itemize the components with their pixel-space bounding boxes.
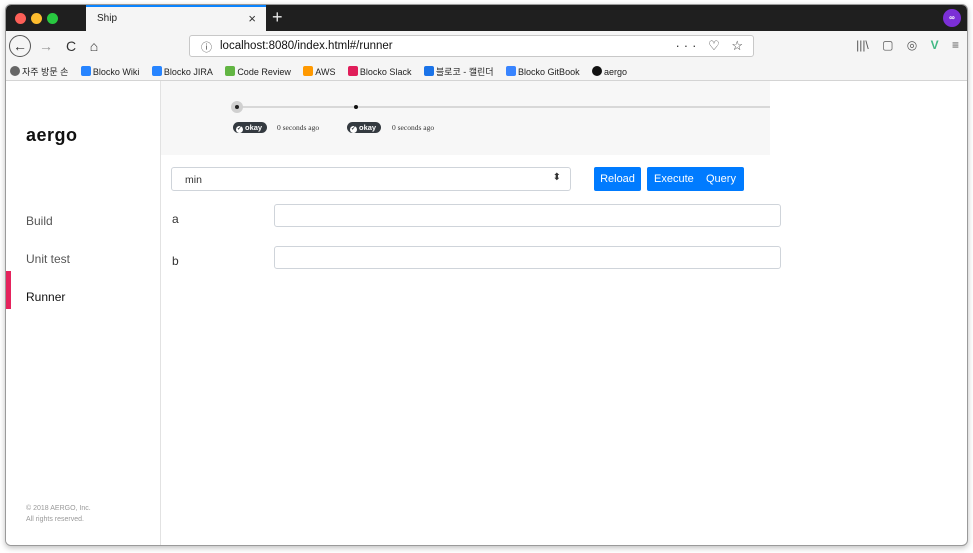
forward-arrow-icon[interactable]: →: [36, 36, 56, 56]
bookmarks-bar: 자주 방문 손 Blocko Wiki Blocko JIRA Code Rev…: [6, 61, 967, 81]
url-text[interactable]: localhost:8080/index.html#/runner: [220, 40, 393, 52]
main-content: ✓ okay 0 seconds ago ✓ okay 0 seconds ago …: [161, 81, 967, 545]
function-select-value: min: [185, 174, 202, 186]
toolbar-icons: |||\ ▢ ◎ V ≡: [846, 38, 959, 52]
event-time: 0 seconds ago: [277, 123, 320, 132]
timeline-dot: [235, 105, 239, 109]
execute-query-group: Execute Query: [647, 167, 744, 191]
bookmark-item[interactable]: 자주 방문 손: [10, 65, 68, 78]
bookmark-item[interactable]: Blocko GitBook: [506, 66, 580, 77]
event-time: 0 seconds ago: [392, 123, 435, 132]
vue-devtools-icon[interactable]: V: [931, 38, 939, 52]
bookmark-item[interactable]: Blocko Slack: [347, 66, 411, 77]
reload-icon[interactable]: C: [61, 36, 81, 56]
param-label-a: a: [172, 212, 179, 226]
function-select[interactable]: min ⬍: [171, 167, 571, 191]
reload-button[interactable]: Reload: [594, 167, 641, 191]
bookmark-item[interactable]: AWS: [303, 66, 335, 77]
bookmark-item[interactable]: Blocko Wiki: [80, 66, 139, 77]
timeline-node[interactable]: [231, 101, 243, 113]
menu-icon[interactable]: ≡: [952, 38, 959, 52]
sidebar-item-build[interactable]: Build: [26, 214, 53, 228]
bookmark-item[interactable]: 블로코 - 캘린더: [423, 65, 494, 78]
code-review-icon: [225, 66, 236, 76]
site-info-icon[interactable]: ⓘ: [201, 39, 212, 55]
slack-icon: [347, 66, 358, 76]
minimize-window-button[interactable]: [31, 13, 42, 24]
calendar-icon: [423, 66, 434, 76]
address-bar[interactable]: ⓘ localhost:8080/index.html#/runner ··· …: [189, 35, 754, 57]
bookmark-item[interactable]: Blocko JIRA: [151, 66, 213, 77]
maximize-window-button[interactable]: [47, 13, 58, 24]
gear-icon: [10, 66, 20, 76]
gitbook-icon: [506, 66, 517, 76]
aws-icon: [303, 66, 314, 76]
tab-close-icon[interactable]: ×: [248, 11, 256, 27]
select-arrows-icon: ⬍: [552, 172, 561, 183]
confluence-icon: [80, 66, 91, 76]
check-icon: ✓: [350, 126, 357, 133]
param-label-b: b: [172, 254, 179, 268]
new-tab-icon[interactable]: +: [272, 7, 283, 27]
timeline-line: [236, 106, 770, 108]
copyright-footer: © 2018 AERGO, Inc. All rights reserved.: [26, 503, 91, 525]
bookmark-item[interactable]: aergo: [592, 66, 627, 77]
tab-bar: Ship × + ∞: [6, 5, 967, 31]
timeline-node[interactable]: [354, 105, 358, 109]
bookmark-item[interactable]: Code Review: [225, 66, 291, 77]
back-arrow-icon[interactable]: ←: [9, 35, 31, 57]
home-icon[interactable]: ⌂: [84, 36, 104, 56]
status-badge: ✓ okay: [347, 122, 382, 133]
sidebar-item-runner[interactable]: Runner: [26, 290, 65, 304]
tab-ship[interactable]: Ship ×: [86, 5, 266, 31]
aergo-logo[interactable]: aergo: [26, 125, 78, 146]
rights-line: All rights reserved.: [26, 516, 84, 523]
library-icon[interactable]: |||\: [856, 38, 869, 52]
tab-title: Ship: [97, 13, 118, 24]
sidebar-icon[interactable]: ▢: [882, 38, 893, 52]
query-button[interactable]: Query: [706, 167, 736, 191]
jira-icon: [151, 66, 162, 76]
event-timeline: ✓ okay 0 seconds ago ✓ okay 0 seconds ago: [161, 81, 770, 155]
check-icon: ✓: [236, 126, 243, 133]
extension-icon[interactable]: ◎: [907, 38, 917, 52]
page-actions-icons[interactable]: ··· ♡ ☆: [675, 38, 747, 54]
param-input-b[interactable]: [274, 246, 781, 269]
execute-button[interactable]: Execute: [654, 167, 694, 191]
navigation-bar: ← → C ⌂ ⓘ localhost:8080/index.html#/run…: [6, 31, 967, 61]
sidebar: aergo Build Unit test Runner © 2018 AERG…: [6, 81, 161, 545]
sidebar-item-unit-test[interactable]: Unit test: [26, 252, 70, 266]
copyright-line: © 2018 AERGO, Inc.: [26, 505, 91, 512]
status-badge: ✓ okay: [233, 122, 268, 133]
close-window-button[interactable]: [15, 13, 26, 24]
param-input-a[interactable]: [274, 204, 781, 227]
browser-window: Ship × + ∞ ← → C ⌂ ⓘ localhost:8080/inde…: [5, 4, 968, 546]
active-indicator: [6, 271, 11, 309]
github-icon: [592, 66, 603, 76]
private-mask-icon: ∞: [943, 9, 961, 27]
